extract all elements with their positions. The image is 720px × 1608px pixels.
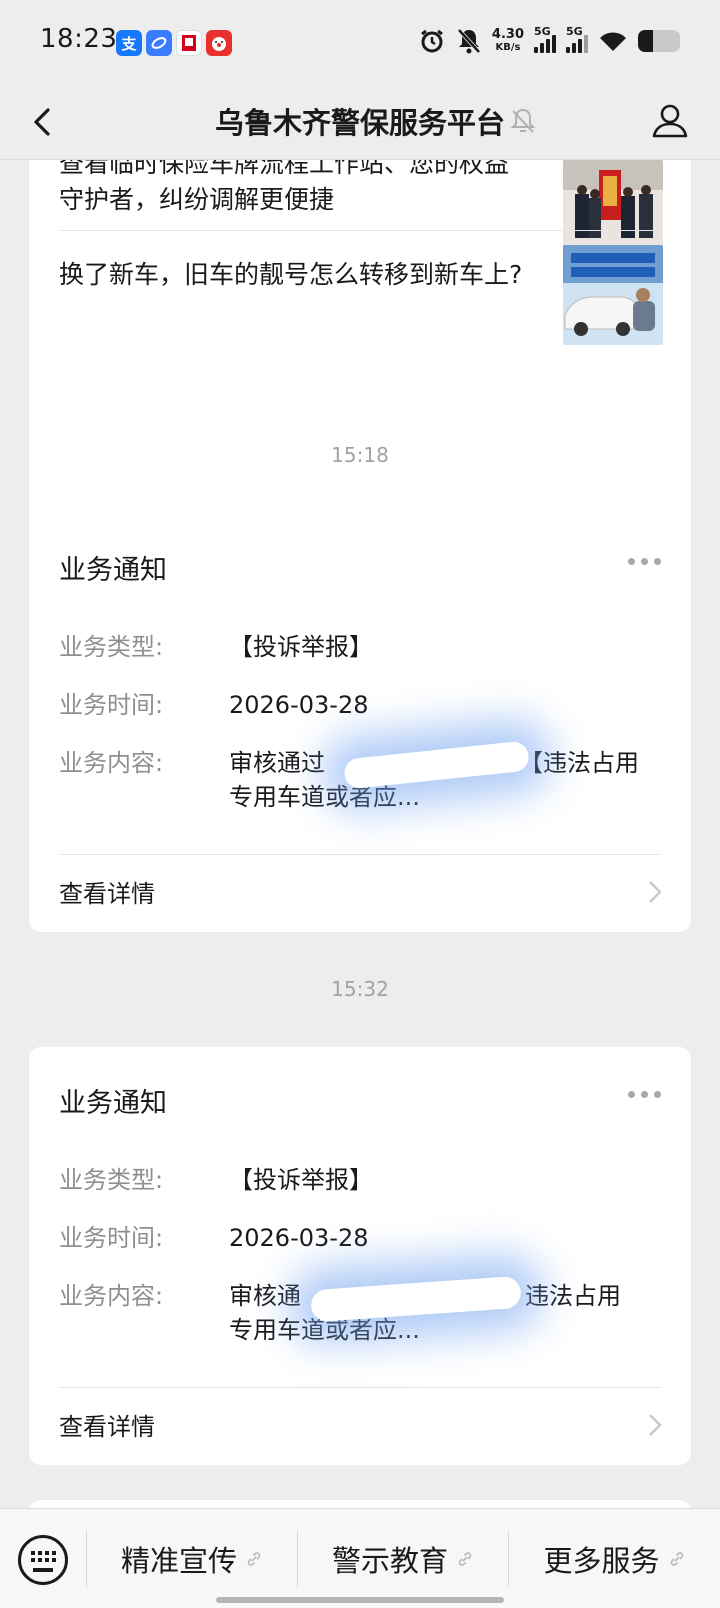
notice-type-label: 业务类型:: [59, 633, 164, 661]
content-start: 审核通过: [229, 749, 325, 777]
content-start: 审核通: [229, 1282, 301, 1310]
menu-item-label: 警示教育: [331, 1544, 448, 1578]
page-title: 乌鲁木齐警保服务平台: [214, 106, 505, 140]
menu-item-education[interactable]: 警示教育: [298, 1509, 508, 1608]
view-details-link[interactable]: 查看详情: [59, 1407, 155, 1442]
sim2-label: 5G: [566, 25, 583, 38]
notice-time-value: 2026-03-28: [229, 1224, 369, 1252]
business-notice-card[interactable]: 业务通知 业务类型: 【投诉举报】 业务时间: 2026-03-28 业务内容:…: [29, 1047, 691, 1465]
mute-bell-icon: [457, 28, 481, 54]
alarm-icon: [421, 29, 443, 53]
status-icons: 4.30 KB/s 5G 5G: [418, 25, 680, 56]
chevron-right-icon: [649, 881, 662, 903]
link-icon: [247, 1552, 261, 1566]
article-card: 查看临时保险车牌流程工作站、您的权益守护者，纠纷调解更便捷 换了新车，旧车的靓号…: [29, 160, 691, 540]
chevron-right-icon: [649, 1414, 662, 1436]
mute-notification-icon: [510, 108, 536, 133]
status-bar: 18:23 支 4.30 KB/s 5G 5G: [0, 0, 720, 84]
article-item[interactable]: 换了新车，旧车的靓号怎么转移到新车上?: [59, 230, 663, 370]
battery-fill: [638, 30, 653, 52]
more-options-icon[interactable]: [628, 1091, 661, 1098]
next-card-peek: [29, 1500, 691, 1508]
net-speed-unit: KB/s: [495, 42, 521, 53]
article-thumbnail: [563, 245, 663, 345]
net-speed: 4.30 KB/s: [492, 28, 524, 54]
link-icon: [458, 1552, 472, 1566]
article-title: 换了新车，旧车的靓号怎么转移到新车上?: [59, 260, 523, 289]
notice-time-label: 业务时间:: [59, 691, 164, 719]
message-timestamp: 15:32: [331, 977, 389, 1001]
notice-type-value: 【投诉举报】: [229, 1166, 373, 1194]
profile-icon[interactable]: [650, 100, 690, 140]
kfc-app-icon: [176, 30, 202, 56]
nav-bar: 乌鲁木齐警保服务平台: [0, 84, 720, 160]
article-title: 查看临时保险车牌流程工作站、您的权益守护者，纠纷调解更便捷: [59, 160, 510, 214]
notice-time-value: 2026-03-28: [229, 691, 369, 719]
menu-item-label: 更多服务: [543, 1544, 660, 1578]
browser-app-icon: [146, 30, 172, 56]
menu-item-more-services[interactable]: 更多服务: [509, 1509, 720, 1608]
status-time: 18:23: [40, 24, 118, 54]
signal-sim2-icon: 5G: [566, 25, 588, 53]
notice-content-label: 业务内容:: [59, 749, 164, 777]
notice-type-value: 【投诉举报】: [229, 633, 373, 661]
content-end: 违法占用: [525, 1282, 621, 1310]
view-details-link[interactable]: 查看详情: [59, 874, 155, 909]
notice-time-label: 业务时间:: [59, 1224, 164, 1252]
notice-divider: [59, 1387, 661, 1388]
notice-title: 业务通知: [59, 555, 167, 586]
clown-app-icon: [206, 30, 232, 56]
home-indicator[interactable]: [216, 1597, 504, 1603]
wifi-icon: [600, 32, 626, 51]
message-timestamp: 15:18: [331, 443, 389, 467]
more-options-icon[interactable]: [628, 558, 661, 565]
bottom-menu: 精准宣传 警示教育 更多服务: [0, 1508, 720, 1608]
menu-item-label: 精准宣传: [120, 1544, 237, 1578]
business-notice-card[interactable]: 业务通知 业务类型: 【投诉举报】 业务时间: 2026-03-28 业务内容:…: [29, 514, 691, 932]
menu-item-promotion[interactable]: 精准宣传: [87, 1509, 297, 1608]
battery-icon: [638, 30, 680, 52]
notice-divider: [59, 854, 661, 855]
content-line2: 专用车道或者应...: [229, 783, 420, 811]
alipay-icon: 支: [116, 30, 142, 56]
message-feed[interactable]: 查看临时保险车牌流程工作站、您的权益守护者，纠纷调解更便捷 换了新车，旧车的靓号…: [0, 160, 720, 1508]
sim1-label: 5G: [534, 25, 551, 38]
notice-content-label: 业务内容:: [59, 1282, 164, 1310]
link-icon: [670, 1552, 683, 1566]
keyboard-icon[interactable]: [18, 1535, 68, 1585]
notice-type-label: 业务类型:: [59, 1166, 164, 1194]
net-speed-value: 4.30: [491, 27, 524, 42]
signal-sim1-icon: 5G: [534, 25, 556, 53]
notice-title: 业务通知: [59, 1088, 167, 1119]
content-end: 【违法占用: [519, 749, 639, 777]
